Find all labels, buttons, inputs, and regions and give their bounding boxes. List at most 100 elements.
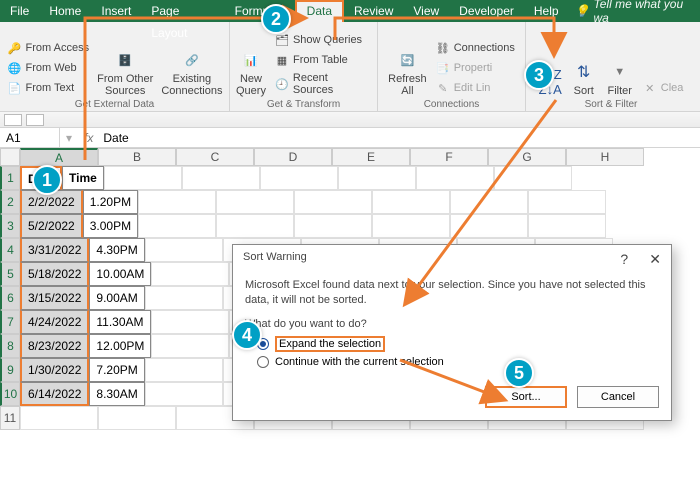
cell[interactable]: [216, 214, 294, 238]
row-header[interactable]: 7: [0, 310, 20, 334]
sort-button[interactable]: ⇅Sort: [570, 60, 598, 97]
cell[interactable]: 1.20PM: [83, 190, 138, 214]
cell[interactable]: [151, 334, 229, 358]
col-header-h[interactable]: H: [566, 148, 644, 166]
properties-button[interactable]: 📑Properti: [435, 59, 515, 77]
new-query-button[interactable]: 📊New Query: [236, 48, 266, 97]
dialog-help-button[interactable]: ?: [620, 251, 628, 267]
row-header[interactable]: 11: [0, 406, 20, 430]
cell[interactable]: [294, 190, 372, 214]
from-web-button[interactable]: 🌐From Web: [7, 59, 90, 77]
fx-icon[interactable]: fx: [78, 131, 99, 145]
name-box[interactable]: [0, 128, 60, 148]
tab-review[interactable]: Review: [344, 0, 403, 22]
clear-filter-button[interactable]: ✕Clea: [642, 79, 684, 97]
col-header-c[interactable]: C: [176, 148, 254, 166]
cell[interactable]: [145, 238, 223, 262]
tab-help[interactable]: Help: [524, 0, 569, 22]
cell[interactable]: [151, 310, 229, 334]
cell[interactable]: 12.00PM: [89, 334, 151, 358]
row-header[interactable]: 8: [0, 334, 20, 358]
cell[interactable]: [494, 166, 572, 190]
cell[interactable]: [145, 382, 223, 406]
cell[interactable]: 5/2/2022: [20, 214, 83, 238]
formula-value[interactable]: Date: [99, 131, 700, 145]
fn-btn[interactable]: ▾: [60, 131, 78, 145]
cell[interactable]: [138, 214, 216, 238]
cell[interactable]: [182, 166, 260, 190]
col-header-e[interactable]: E: [332, 148, 410, 166]
from-other-sources-button[interactable]: 🗄️From Other Sources: [97, 48, 153, 97]
cell[interactable]: 10.00AM: [89, 262, 151, 286]
col-header-f[interactable]: F: [410, 148, 488, 166]
tab-view[interactable]: View: [403, 0, 449, 22]
row-header[interactable]: 9: [0, 358, 20, 382]
cell[interactable]: [20, 406, 98, 430]
dialog-cancel-button[interactable]: Cancel: [577, 386, 659, 408]
cell[interactable]: [294, 214, 372, 238]
from-table-button[interactable]: ▦From Table: [274, 51, 371, 69]
cell[interactable]: [528, 190, 606, 214]
col-header-g[interactable]: G: [488, 148, 566, 166]
select-all-corner[interactable]: [0, 148, 20, 166]
col-header-a[interactable]: A: [20, 148, 98, 166]
recent-sources-button[interactable]: 🕘Recent Sources: [274, 71, 371, 97]
filter-button[interactable]: ▼Filter: [606, 60, 634, 97]
from-text-button[interactable]: 📄From Text: [7, 79, 90, 97]
name-box-input[interactable]: [4, 130, 55, 146]
existing-connections-button[interactable]: 🔗Existing Connections: [161, 48, 222, 97]
row-header[interactable]: 5: [0, 262, 20, 286]
tell-me[interactable]: 💡 Tell me what you wa: [569, 0, 700, 25]
cell[interactable]: 11.30AM: [89, 310, 150, 334]
cell[interactable]: 7.20PM: [89, 358, 144, 382]
connections-button[interactable]: ⛓Connections: [435, 39, 515, 57]
cell[interactable]: 4.30PM: [89, 238, 144, 262]
cell[interactable]: 3/15/2022: [20, 286, 89, 310]
cell[interactable]: 6/14/2022: [20, 382, 89, 406]
cell[interactable]: [450, 214, 528, 238]
qat-item[interactable]: [4, 114, 22, 126]
row-header[interactable]: 10: [0, 382, 20, 406]
tab-data[interactable]: Data: [295, 0, 344, 22]
cell[interactable]: 8.30AM: [89, 382, 144, 406]
cell[interactable]: [416, 166, 494, 190]
cell[interactable]: [338, 166, 416, 190]
row-header[interactable]: 2: [0, 190, 20, 214]
cell[interactable]: [260, 166, 338, 190]
dialog-sort-button[interactable]: Sort...: [485, 386, 567, 408]
cell[interactable]: [138, 190, 216, 214]
from-access-button[interactable]: 🔑From Access: [7, 39, 90, 57]
show-queries-button[interactable]: 🗂Show Queries: [274, 31, 371, 49]
cell[interactable]: [145, 358, 223, 382]
cell[interactable]: 5/18/2022: [20, 262, 89, 286]
cell[interactable]: [104, 166, 182, 190]
cell[interactable]: Time: [62, 166, 104, 190]
qat-item[interactable]: [26, 114, 44, 126]
cell[interactable]: 3/31/2022: [20, 238, 89, 262]
tab-developer[interactable]: Developer: [449, 0, 524, 22]
cell[interactable]: [98, 406, 176, 430]
row-header[interactable]: 1: [0, 166, 20, 190]
tab-home[interactable]: Home: [39, 0, 91, 22]
cell[interactable]: 3.00PM: [83, 214, 138, 238]
col-header-d[interactable]: D: [254, 148, 332, 166]
tab-page-layout[interactable]: Page Layout: [141, 0, 224, 22]
row-header[interactable]: 4: [0, 238, 20, 262]
option-continue-selection[interactable]: Continue with the current selection: [257, 354, 647, 370]
cell[interactable]: [372, 190, 450, 214]
tab-insert[interactable]: Insert: [91, 0, 141, 22]
cell[interactable]: [151, 262, 229, 286]
cell[interactable]: 1/30/2022: [20, 358, 89, 382]
tab-file[interactable]: File: [0, 0, 39, 22]
cell[interactable]: [450, 190, 528, 214]
cell[interactable]: [528, 214, 606, 238]
dialog-close-button[interactable]: ✕: [649, 251, 661, 267]
cell[interactable]: [372, 214, 450, 238]
cell[interactable]: [145, 286, 223, 310]
refresh-all-button[interactable]: 🔄Refresh All: [388, 48, 427, 97]
cell[interactable]: [216, 190, 294, 214]
row-header[interactable]: 6: [0, 286, 20, 310]
cell[interactable]: 8/23/2022: [20, 334, 89, 358]
option-expand-selection[interactable]: Expand the selection: [257, 334, 647, 354]
cell[interactable]: 4/24/2022: [20, 310, 89, 334]
